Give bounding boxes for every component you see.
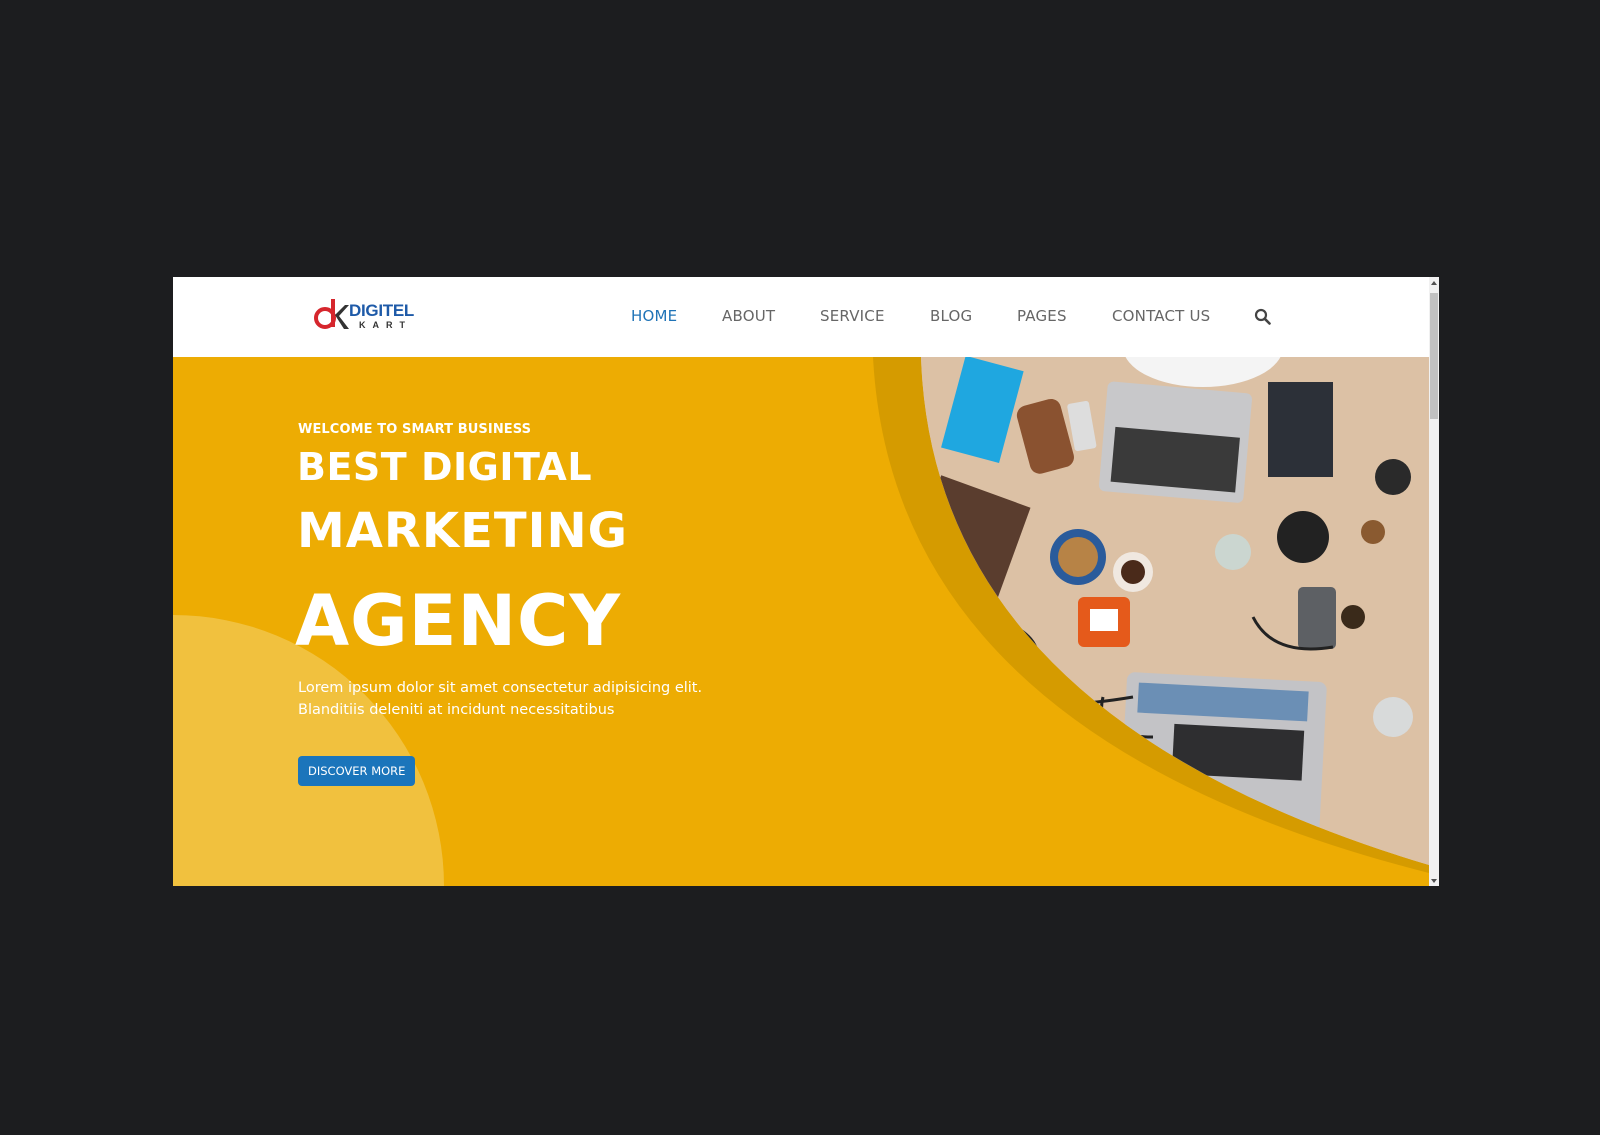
main-nav: HOME ABOUT SERVICE BLOG PAGES CONTACT US [173,277,1429,357]
hero-welcome-text: WELCOME TO SMART BUSINESS [298,422,532,437]
scroll-down-arrow-icon[interactable] [1431,879,1437,883]
hero-heading-line2: MARKETING [297,503,629,559]
scroll-thumb[interactable] [1430,293,1438,419]
nav-item-about[interactable]: ABOUT [722,307,775,325]
nav-item-home[interactable]: HOME [631,307,677,325]
hero-heading-line1: BEST DIGITAL [297,445,593,489]
discover-more-button[interactable]: DISCOVER MORE [298,756,416,786]
nav-item-contact-us[interactable]: CONTACT US [1112,307,1210,325]
nav-item-blog[interactable]: BLOG [930,307,972,325]
desk-photo-image [921,357,1429,865]
vertical-scrollbar[interactable] [1429,277,1439,886]
site-header: DIGITEL KART HOME ABOUT SERVICE BLOG PAG… [173,277,1429,357]
browser-viewport: DIGITEL KART HOME ABOUT SERVICE BLOG PAG… [173,277,1439,886]
hero-description: Lorem ipsum dolor sit amet consectetur a… [298,680,703,718]
scroll-up-arrow-icon[interactable] [1431,281,1437,285]
nav-item-service[interactable]: SERVICE [820,307,885,325]
search-icon[interactable] [1254,308,1272,326]
hero-section: WELCOME TO SMART BUSINESS BEST DIGITAL M… [173,357,1429,886]
nav-item-pages[interactable]: PAGES [1017,307,1067,325]
hero-heading-line3: AGENCY [295,580,622,662]
